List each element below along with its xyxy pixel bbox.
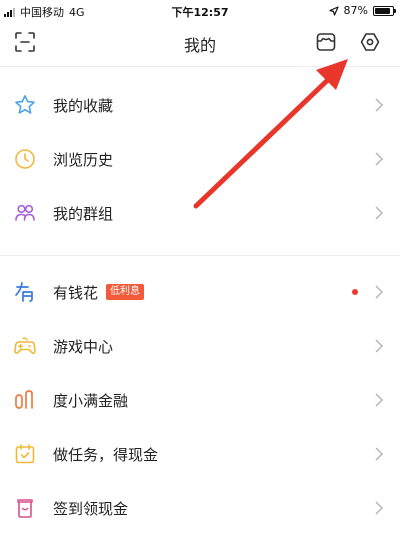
status-bar: 中国移动 4G 下午12:57 87% — [0, 0, 400, 22]
row-history[interactable]: 浏览历史 — [0, 132, 400, 186]
row-tasks-cash[interactable]: 做任务，得现金 — [0, 427, 400, 481]
row-label: 做任务，得现金 — [53, 446, 159, 464]
row-game-center[interactable]: 游戏中心 — [0, 319, 400, 373]
clock-icon — [13, 147, 37, 171]
battery-icon — [373, 5, 396, 16]
row-label: 游戏中心 — [53, 338, 114, 356]
gamepad-icon — [13, 334, 37, 358]
wardrobe-icon[interactable] — [314, 30, 338, 54]
row-label: 度小满金融 — [53, 392, 129, 410]
star-icon — [13, 93, 37, 117]
row-label: 有钱花 — [53, 284, 99, 302]
chevron-right-icon — [374, 152, 384, 166]
calendar-task-icon — [13, 442, 37, 466]
location-arrow-icon — [328, 5, 339, 16]
chevron-right-icon — [374, 206, 384, 220]
group-icon — [13, 201, 37, 225]
row-label: 我的群组 — [53, 205, 114, 223]
chevron-right-icon — [374, 339, 384, 353]
duxiaoman-icon — [13, 388, 37, 412]
page-title: 我的 — [183, 36, 216, 55]
battery-fill — [375, 7, 390, 14]
chevron-right-icon — [374, 98, 384, 112]
chevron-right-icon — [374, 393, 384, 407]
services-section: 有钱花 低利息 游戏中心 度小满金融 做任务，得现金 签到领现金 — [0, 265, 400, 535]
chevron-right-icon — [374, 447, 384, 461]
row-duxiaoman[interactable]: 度小满金融 — [0, 373, 400, 427]
settings-icon[interactable] — [358, 30, 382, 54]
divider — [0, 255, 400, 256]
row-favorites[interactable]: 我的收藏 — [0, 78, 400, 132]
chevron-right-icon — [374, 285, 384, 299]
row-label: 我的收藏 — [53, 97, 114, 115]
favorites-section: 我的收藏 浏览历史 我的群组 — [0, 78, 400, 240]
row-youqianhua[interactable]: 有钱花 低利息 — [0, 265, 400, 319]
chevron-right-icon — [374, 501, 384, 515]
screen: 中国移动 4G 下午12:57 87% 我的 我的收藏 浏览历史 我的群组 有钱… — [0, 0, 400, 537]
low-interest-badge: 低利息 — [106, 284, 144, 300]
row-label: 签到领现金 — [53, 500, 129, 518]
row-checkin-cash[interactable]: 签到领现金 — [0, 481, 400, 535]
checkin-icon — [13, 496, 37, 520]
notification-dot — [352, 289, 358, 295]
battery-percent: 87% — [343, 4, 368, 17]
status-right: 87% — [328, 4, 396, 17]
nav-bar: 我的 — [0, 22, 400, 64]
row-groups[interactable]: 我的群组 — [0, 186, 400, 240]
divider — [0, 66, 400, 67]
row-label: 浏览历史 — [53, 151, 114, 169]
youqianhua-icon — [13, 280, 37, 304]
